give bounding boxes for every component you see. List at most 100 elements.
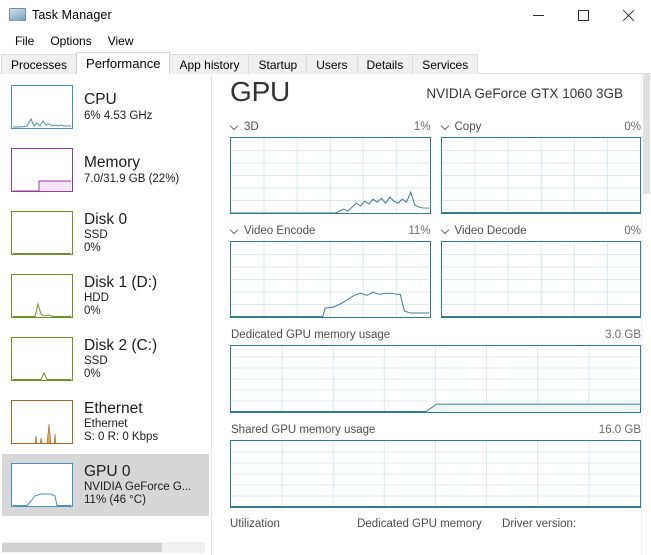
- gpu-detail-pane: GPU NVIDIA GeForce GTX 1060 3GB 3D 1% Co…: [211, 74, 651, 555]
- engine-3d-label: 3D: [244, 120, 259, 133]
- ethernet-thumbnail-graph: [11, 400, 73, 444]
- tab-strip: Processes Performance App history Startu…: [0, 52, 651, 75]
- engine-video-decode-header[interactable]: Video Decode 0%: [441, 222, 642, 239]
- sidebar-item-gpu-0-model: NVIDIA GeForce G...: [84, 481, 192, 494]
- maximize-icon: [578, 9, 589, 21]
- chevron-down-icon: [441, 226, 450, 235]
- task-manager-icon: [9, 7, 26, 23]
- close-icon: [622, 9, 635, 22]
- tab-details[interactable]: Details: [356, 54, 414, 74]
- disk-1-thumbnail-graph: [11, 274, 73, 318]
- tab-processes[interactable]: Processes: [1, 54, 78, 74]
- engine-row-1: 3D 1% Copy 0%: [230, 118, 641, 214]
- engine-copy-label: Copy: [454, 120, 482, 133]
- main-vertical-scrollbar[interactable]: [641, 74, 651, 555]
- menu-item-view[interactable]: View: [100, 30, 142, 52]
- shared-memory-label: Shared GPU memory usage: [231, 423, 376, 436]
- engine-copy-header[interactable]: Copy 0%: [441, 118, 642, 135]
- sidebar-item-disk-1-usage: 0%: [84, 304, 101, 317]
- maximize-button[interactable]: [561, 0, 606, 30]
- tab-app-history[interactable]: App history: [169, 54, 250, 74]
- engine-cell-copy: Copy 0%: [440, 118, 642, 214]
- minimize-button[interactable]: [516, 0, 561, 30]
- page-title: GPU: [230, 76, 291, 107]
- engine-video-encode-value: 11%: [408, 224, 431, 237]
- dedicated-memory-graph: [230, 345, 641, 413]
- chevron-down-icon: [230, 122, 239, 131]
- tab-services[interactable]: Services: [412, 54, 479, 74]
- sidebar-item-gpu-0-title: GPU 0: [84, 463, 131, 480]
- engine-cell-video-encode: Video Encode 11%: [230, 222, 431, 318]
- sidebar-item-gpu-0-usage: 11% (46 °C): [84, 493, 146, 506]
- sidebar-scrollbar-thumb[interactable]: [2, 543, 162, 552]
- tab-users[interactable]: Users: [306, 54, 358, 74]
- menu-item-options[interactable]: Options: [42, 30, 99, 52]
- sidebar-horizontal-scrollbar[interactable]: [2, 542, 205, 553]
- sidebar-item-disk-0-usage: 0%: [84, 241, 101, 254]
- sidebar-item-disk-2[interactable]: Disk 2 (C:) SSD 0%: [2, 328, 209, 390]
- engine-row-2: Video Encode 11% Video Decode 0%: [230, 222, 641, 318]
- sidebar-item-cpu-texts: CPU 6% 4.53 GHz: [84, 92, 152, 122]
- shared-memory-header: Shared GPU memory usage 16.0 GB: [230, 421, 641, 438]
- engine-cell-3d: 3D 1%: [230, 118, 431, 214]
- engine-video-encode-label: Video Encode: [244, 224, 316, 237]
- sidebar-item-ethernet-title: Ethernet: [84, 400, 143, 417]
- engine-3d-graph: [230, 137, 431, 214]
- sidebar-item-gpu-0-texts: GPU 0 NVIDIA GeForce G... 11% (46 °C): [84, 464, 191, 507]
- engine-video-encode-header[interactable]: Video Encode 11%: [230, 222, 431, 239]
- sidebar-item-disk-2-type: SSD: [84, 355, 108, 368]
- shared-memory-max: 16.0 GB: [598, 423, 641, 436]
- sidebar-item-disk-2-texts: Disk 2 (C:) SSD 0%: [84, 338, 157, 381]
- sidebar-item-disk-0-texts: Disk 0 SSD 0%: [84, 212, 127, 255]
- stat-dedicated-memory-label: Dedicated GPU memory: [357, 518, 482, 530]
- sidebar-item-disk-0-type: SSD: [84, 229, 108, 242]
- tab-performance[interactable]: Performance: [76, 52, 171, 75]
- bottom-stats: Utilization Dedicated GPU memory Driver …: [230, 518, 641, 540]
- engine-copy-value: 0%: [624, 120, 641, 133]
- engine-video-decode-graph: [440, 241, 641, 318]
- sidebar-item-memory-texts: Memory 7.0/31.9 GB (22%): [84, 155, 179, 185]
- shared-memory-block: Shared GPU memory usage 16.0 GB: [230, 421, 641, 508]
- disk-0-thumbnail-graph: [11, 211, 73, 255]
- sidebar-item-gpu-0[interactable]: GPU 0 NVIDIA GeForce G... 11% (46 °C): [2, 454, 209, 516]
- menu-bar: File Options View: [0, 30, 651, 52]
- sidebar-item-disk-1-title: Disk 1 (D:): [84, 274, 158, 291]
- sidebar-item-ethernet-rates: S: 0 R: 0 Kbps: [84, 430, 159, 443]
- dedicated-memory-header: Dedicated GPU memory usage 3.0 GB: [230, 326, 641, 343]
- stat-utilization-label: Utilization: [230, 518, 280, 530]
- chevron-down-icon: [230, 226, 239, 235]
- dedicated-memory-max: 3.0 GB: [605, 328, 641, 341]
- sidebar-item-disk-0[interactable]: Disk 0 SSD 0%: [2, 202, 209, 264]
- sidebar-item-memory-title: Memory: [84, 154, 140, 171]
- engine-cell-video-decode: Video Decode 0%: [440, 222, 642, 318]
- sidebar-item-cpu-title: CPU: [84, 91, 117, 108]
- main-scrollbar-thumb[interactable]: [643, 74, 650, 194]
- engine-video-decode-label: Video Decode: [454, 224, 527, 237]
- close-button[interactable]: [606, 0, 651, 30]
- dedicated-memory-label: Dedicated GPU memory usage: [231, 328, 391, 341]
- chevron-down-icon: [441, 122, 450, 131]
- sidebar-item-disk-1-type: HDD: [84, 292, 109, 305]
- memory-thumbnail-graph: [11, 148, 73, 192]
- sidebar-item-disk-2-title: Disk 2 (C:): [84, 337, 158, 354]
- cpu-thumbnail-graph: [11, 85, 73, 129]
- gpu-device-name: NVIDIA GeForce GTX 1060 3GB: [426, 86, 623, 101]
- engine-3d-header[interactable]: 3D 1%: [230, 118, 431, 135]
- engine-copy-graph: [440, 137, 641, 214]
- sidebar-item-disk-1-texts: Disk 1 (D:) HDD 0%: [84, 275, 157, 318]
- engine-3d-value: 1%: [413, 120, 431, 133]
- sidebar-item-memory[interactable]: Memory 7.0/31.9 GB (22%): [2, 139, 209, 201]
- menu-item-file[interactable]: File: [7, 30, 42, 52]
- window-controls: [516, 0, 651, 30]
- tab-startup[interactable]: Startup: [248, 54, 308, 74]
- window-title: Task Manager: [32, 8, 112, 22]
- stat-driver-version-label: Driver version:: [502, 518, 577, 530]
- gpu-0-thumbnail-graph: [11, 463, 73, 507]
- performance-sidebar: CPU 6% 4.53 GHz Memory 7.0/31.9 GB (22%): [0, 74, 211, 555]
- task-manager-window: Task Manager File Options View Processes…: [0, 0, 651, 555]
- sidebar-item-disk-1[interactable]: Disk 1 (D:) HDD 0%: [2, 265, 209, 327]
- sidebar-item-cpu[interactable]: CPU 6% 4.53 GHz: [2, 76, 209, 138]
- dedicated-memory-block: Dedicated GPU memory usage 3.0 GB: [230, 326, 641, 413]
- sidebar-item-ethernet[interactable]: Ethernet Ethernet S: 0 R: 0 Kbps: [2, 391, 209, 453]
- sidebar-item-memory-detail: 7.0/31.9 GB (22%): [84, 172, 180, 185]
